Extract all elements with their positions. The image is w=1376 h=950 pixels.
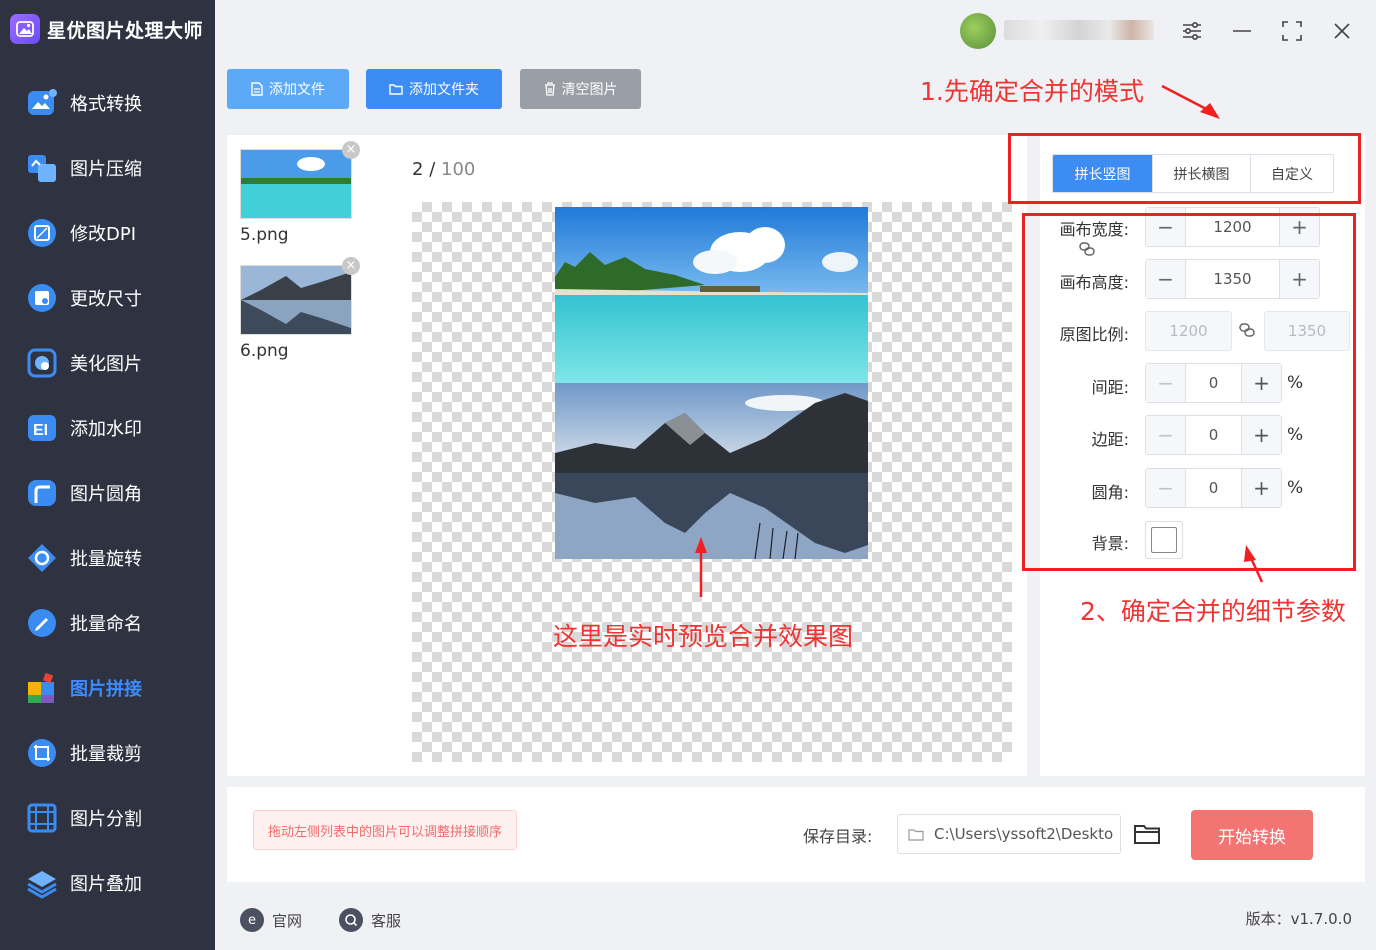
sidebar: 星优图片处理大师 格式转换 图片压缩 修改DPI 更改尺寸 美化图片 EI 添加… — [0, 0, 215, 950]
sidebar-item-label: 图片圆角 — [70, 484, 142, 505]
sidebar-item-label: 图片分割 — [70, 809, 142, 830]
version-text: 版本：v1.7.0.0 — [1245, 910, 1352, 928]
minimize-icon[interactable] — [1227, 16, 1257, 46]
page-separator: / — [429, 159, 436, 180]
page-current: 2 — [412, 159, 424, 180]
sidebar-item-label: 图片压缩 — [70, 159, 142, 180]
workspace: × 5.png × 6.png 2 / 100 — [227, 135, 1027, 776]
page-counter: 2 / 100 — [412, 159, 475, 180]
add-file-button[interactable]: 添加文件 — [227, 69, 349, 109]
round-corner-icon — [28, 480, 56, 506]
reorder-hint: 拖动左侧列表中的图片可以调整拼接顺序 — [253, 810, 518, 850]
folder-small-icon — [908, 828, 924, 841]
sidebar-item-rename[interactable]: 批量命名 — [0, 598, 215, 648]
file-thumbnail[interactable]: × — [240, 257, 360, 335]
trash-icon — [544, 82, 555, 96]
sidebar-item-label: 更改尺寸 — [70, 289, 142, 310]
username-blurred — [1004, 20, 1154, 40]
close-icon[interactable] — [1327, 16, 1357, 46]
customer-service-label: 客服 — [371, 911, 402, 930]
sidebar-item-overlay[interactable]: 图片叠加 — [0, 858, 215, 908]
bottom-bar: 拖动左侧列表中的图片可以调整拼接顺序 保存目录: C:\Users\yssoft… — [227, 787, 1365, 882]
save-directory-field[interactable]: C:\Users\yssoft2\Deskto — [897, 814, 1121, 854]
website-link[interactable]: e 官网 — [240, 908, 302, 932]
save-directory-path: C:\Users\yssoft2\Deskto — [934, 825, 1114, 843]
folder-icon — [389, 84, 403, 95]
remove-file-icon[interactable]: × — [342, 257, 360, 275]
rename-icon — [28, 609, 56, 637]
save-directory-label: 保存目录: — [803, 827, 873, 846]
sidebar-item-label: 批量旋转 — [70, 549, 142, 570]
customer-service-link[interactable]: 客服 — [339, 908, 401, 932]
sidebar-item-rotate[interactable]: 批量旋转 — [0, 533, 215, 583]
start-convert-button[interactable]: 开始转换 — [1191, 810, 1313, 860]
sidebar-item-label: 格式转换 — [70, 94, 142, 115]
image-convert-icon — [28, 89, 57, 115]
sidebar-item-round-corner[interactable]: 图片圆角 — [0, 468, 215, 518]
avatar[interactable] — [960, 13, 996, 49]
preview-lake-image — [555, 383, 868, 559]
add-file-label: 添加文件 — [269, 82, 325, 98]
sidebar-item-label: 图片拼接 — [70, 679, 142, 700]
preview-beach-image — [555, 207, 868, 383]
settings-sliders-icon[interactable] — [1177, 16, 1207, 46]
sidebar-item-image-stitch[interactable]: 图片拼接 — [0, 663, 215, 713]
watermark-icon: EI — [28, 415, 56, 441]
sidebar-item-dpi[interactable]: 修改DPI — [0, 208, 215, 258]
rotate-icon — [28, 544, 56, 572]
maximize-icon[interactable] — [1277, 16, 1307, 46]
sidebar-item-crop[interactable]: 批量裁剪 — [0, 728, 215, 778]
resize-icon — [28, 284, 56, 312]
annotation-preview-text: 这里是实时预览合并效果图 — [553, 622, 854, 651]
app-brand: 星优图片处理大师 — [10, 12, 203, 46]
sidebar-item-label: 美化图片 — [70, 354, 142, 375]
layers-icon — [27, 871, 57, 899]
file-icon — [251, 82, 263, 96]
file-name: 5.png — [240, 225, 289, 245]
sidebar-item-compress[interactable]: 图片压缩 — [0, 143, 215, 193]
clear-images-button[interactable]: 清空图片 — [520, 69, 641, 109]
sidebar-item-label: 批量命名 — [70, 614, 142, 635]
annotation-mode-box — [1008, 133, 1361, 204]
annotation-step2-text: 2、确定合并的细节参数 — [1080, 597, 1346, 626]
sidebar-item-resize[interactable]: 更改尺寸 — [0, 273, 215, 323]
sidebar-item-watermark[interactable]: EI 添加水印 — [0, 403, 215, 453]
add-folder-button[interactable]: 添加文件夹 — [366, 69, 502, 109]
browse-folder-icon[interactable] — [1133, 820, 1161, 848]
preview-canvas — [412, 202, 1012, 762]
sidebar-item-beautify[interactable]: 美化图片 — [0, 338, 215, 388]
split-icon — [27, 803, 57, 833]
clear-images-label: 清空图片 — [561, 82, 618, 98]
sidebar-item-label: 图片叠加 — [70, 874, 142, 895]
remove-file-icon[interactable]: × — [342, 141, 360, 159]
app-logo-icon — [10, 14, 40, 44]
sidebar-item-label: 添加水印 — [70, 419, 142, 440]
add-folder-label: 添加文件夹 — [409, 82, 479, 98]
puzzle-icon — [28, 672, 54, 703]
browser-icon: e — [240, 908, 264, 932]
website-label: 官网 — [272, 911, 303, 930]
file-name: 6.png — [240, 341, 289, 361]
file-list-item[interactable]: × 5.png — [240, 141, 360, 245]
beautify-icon — [27, 348, 57, 378]
app-title: 星优图片处理大师 — [47, 19, 204, 42]
sidebar-item-label: 修改DPI — [70, 224, 137, 245]
sidebar-item-format-convert[interactable]: 格式转换 — [0, 78, 215, 128]
file-thumbnail[interactable]: × — [240, 141, 360, 219]
file-list-item[interactable]: × 6.png — [240, 257, 360, 361]
crop-icon — [28, 739, 56, 767]
svg-text:EI: EI — [33, 422, 48, 439]
compress-icon — [28, 155, 56, 182]
page-total: 100 — [441, 159, 476, 180]
sidebar-item-split[interactable]: 图片分割 — [0, 793, 215, 843]
dpi-icon — [28, 219, 56, 247]
support-chat-icon — [339, 908, 363, 932]
annotation-settings-box — [1022, 213, 1356, 571]
annotation-step1-text: 1.先确定合并的模式 — [920, 77, 1144, 106]
sidebar-item-label: 批量裁剪 — [70, 744, 142, 765]
merged-preview-image — [555, 207, 868, 559]
